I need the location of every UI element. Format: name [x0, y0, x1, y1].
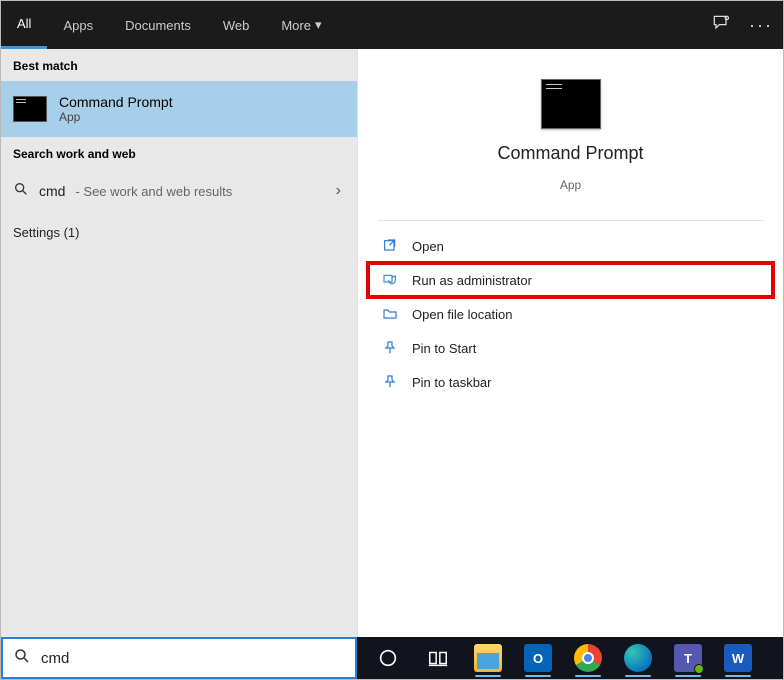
more-options-icon[interactable]: ··· — [749, 15, 773, 36]
file-explorer-icon — [474, 644, 502, 672]
action-label: Run as administrator — [412, 273, 532, 288]
action-label: Open — [412, 239, 444, 254]
action-label: Pin to taskbar — [412, 375, 492, 390]
taskbar-row: O T W — [1, 637, 783, 679]
outlook-icon: O — [524, 644, 552, 672]
tab-label: All — [17, 16, 31, 31]
actions-list: Open Run as administrator Open file loca… — [358, 229, 783, 399]
settings-row-label: Settings (1) — [13, 225, 79, 240]
search-icon — [13, 181, 29, 202]
search-icon — [13, 647, 31, 670]
feedback-icon[interactable] — [711, 13, 731, 38]
command-prompt-icon — [13, 96, 47, 122]
action-pin-to-taskbar[interactable]: Pin to taskbar — [368, 365, 773, 399]
pin-icon — [382, 340, 398, 356]
taskbar-teams[interactable]: T — [665, 638, 711, 678]
taskbar-chrome[interactable] — [565, 638, 611, 678]
settings-results-row[interactable]: Settings (1) — [1, 213, 357, 252]
tab-label: Documents — [125, 18, 191, 33]
admin-shield-icon — [382, 272, 398, 288]
edge-icon — [624, 644, 652, 672]
command-prompt-icon — [541, 79, 601, 129]
search-filters-tabbar: All Apps Documents Web More ▾ ··· — [1, 1, 783, 49]
search-input[interactable] — [41, 650, 345, 667]
action-label: Pin to Start — [412, 341, 476, 356]
taskbar-task-view[interactable] — [415, 638, 461, 678]
cortana-icon — [377, 647, 399, 669]
taskbar-word[interactable]: W — [715, 638, 761, 678]
tab-documents[interactable]: Documents — [109, 1, 207, 49]
search-web-result[interactable]: cmd - See work and web results › — [1, 169, 357, 213]
tab-label: More — [281, 18, 311, 33]
result-subtitle: App — [59, 110, 173, 124]
section-header-search-web: Search work and web — [1, 137, 357, 169]
section-header-best-match: Best match — [1, 49, 357, 81]
taskbar: O T W — [357, 637, 783, 679]
search-box[interactable] — [1, 637, 357, 679]
tab-web[interactable]: Web — [207, 1, 266, 49]
pin-icon — [382, 374, 398, 390]
taskbar-file-explorer[interactable] — [465, 638, 511, 678]
tab-all[interactable]: All — [1, 1, 47, 49]
search-results-area: Best match Command Prompt App Search wor… — [1, 49, 783, 637]
tab-apps[interactable]: Apps — [47, 1, 109, 49]
preview-subtitle: App — [560, 178, 581, 192]
chevron-right-icon: › — [336, 182, 341, 200]
best-match-result[interactable]: Command Prompt App — [1, 81, 357, 137]
divider — [378, 220, 763, 221]
search-query-text: cmd — [39, 183, 65, 199]
taskbar-cortana[interactable] — [365, 638, 411, 678]
chevron-down-icon: ▾ — [315, 17, 322, 33]
result-title: Command Prompt — [59, 94, 173, 110]
tab-label: Apps — [63, 18, 93, 33]
results-list: Best match Command Prompt App Search wor… — [1, 49, 357, 637]
taskbar-outlook[interactable]: O — [515, 638, 561, 678]
tab-more[interactable]: More ▾ — [265, 1, 337, 49]
action-pin-to-start[interactable]: Pin to Start — [368, 331, 773, 365]
taskbar-edge[interactable] — [615, 638, 661, 678]
search-hint-text: - See work and web results — [75, 184, 232, 199]
action-open-file-location[interactable]: Open file location — [368, 297, 773, 331]
preview-panel: Command Prompt App Open Run as administr… — [357, 49, 783, 637]
action-open[interactable]: Open — [368, 229, 773, 263]
action-run-as-administrator[interactable]: Run as administrator — [368, 263, 773, 297]
task-view-icon — [427, 647, 449, 669]
chrome-icon — [574, 644, 602, 672]
teams-icon: T — [674, 644, 702, 672]
preview-title: Command Prompt — [497, 143, 643, 164]
open-icon — [382, 238, 398, 254]
action-label: Open file location — [412, 307, 512, 322]
tab-label: Web — [223, 18, 250, 33]
folder-icon — [382, 306, 398, 322]
word-icon: W — [724, 644, 752, 672]
